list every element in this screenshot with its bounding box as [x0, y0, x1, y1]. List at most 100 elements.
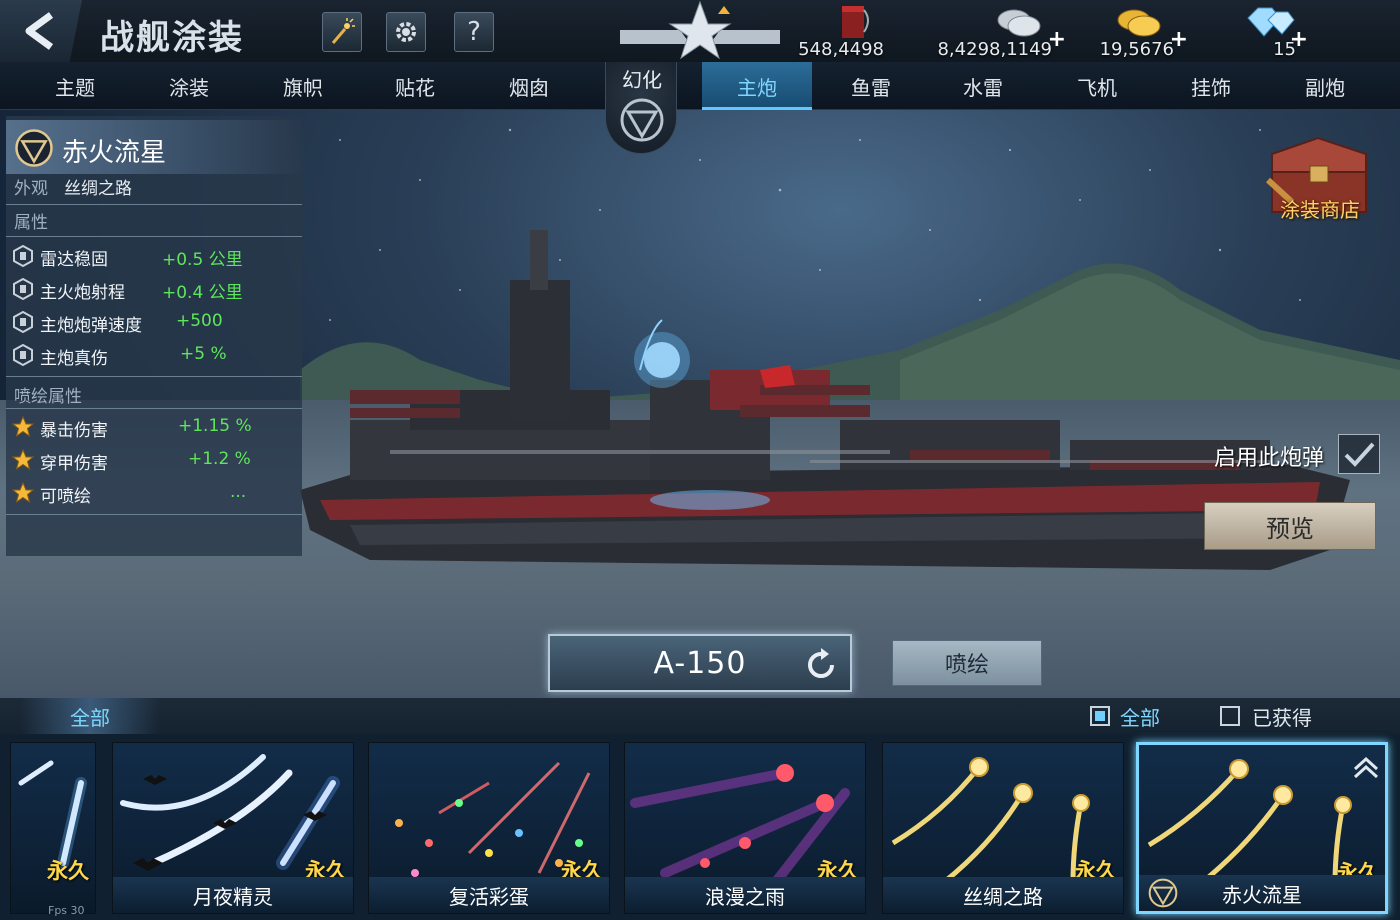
diamond-currency[interactable]: 15 + — [1240, 0, 1308, 62]
paint-bucket-icon — [842, 6, 869, 38]
question-icon: ? — [467, 17, 481, 47]
paint-attribute-row: 穿甲伤害 +1.2 % — [6, 444, 302, 476]
tab-theme[interactable]: 主题 — [20, 62, 130, 110]
tab-paint[interactable]: 涂装 — [134, 62, 244, 110]
page-title: 战舰涂装 — [100, 18, 244, 58]
tab-funnel[interactable]: 烟囱 — [474, 62, 584, 110]
star-icon — [12, 416, 34, 438]
filter-obtained-label[interactable]: 已获得 — [1252, 702, 1312, 731]
spray-paint-button[interactable]: 喷绘 — [892, 640, 1042, 686]
checkmark-icon — [1344, 442, 1375, 467]
appearance-value: 丝绸之路 — [64, 179, 132, 199]
shell-skin-card[interactable]: 永久 复活彩蛋 — [368, 742, 610, 914]
star-icon — [12, 482, 34, 504]
add-diamond-icon[interactable]: + — [1290, 27, 1308, 52]
shell-skin-card[interactable]: 永久 月夜精灵 — [112, 742, 354, 914]
help-button[interactable]: ? — [454, 12, 494, 52]
tab-torpedo[interactable]: 鱼雷 — [816, 62, 926, 110]
star-icon — [12, 449, 34, 471]
add-gold-icon[interactable]: + — [1170, 27, 1188, 52]
gear-icon — [396, 22, 416, 42]
enable-shell-label: 启用此炮弹 — [1214, 446, 1325, 471]
transform-button[interactable]: 幻化 — [605, 62, 677, 154]
fireworks-icon — [331, 18, 355, 44]
attribute-value: +0.4 公里 — [162, 283, 243, 303]
paint-attribute-name: 穿甲伤害 — [40, 454, 108, 474]
tab-secondary-gun[interactable]: 副炮 — [1270, 62, 1380, 110]
hexagon-icon — [13, 278, 33, 300]
paint-attributes-label: 喷绘属性 — [14, 387, 82, 407]
tab-flag[interactable]: 旗帜 — [248, 62, 358, 110]
shell-skin-name: 丝绸之路 — [883, 877, 1123, 913]
fireworks-button[interactable] — [322, 12, 362, 52]
hexagon-icon — [13, 245, 33, 267]
battleship-model — [300, 230, 1350, 570]
shell-skin-name-text: 赤火流星 — [1222, 882, 1302, 907]
shell-skin-card[interactable]: 永久 浪漫之雨 — [624, 742, 866, 914]
attributes-label: 属性 — [14, 213, 48, 233]
filter-all-checkbox[interactable] — [1090, 706, 1110, 726]
silver-coins-icon — [997, 9, 1041, 37]
preview-button[interactable]: 预览 — [1204, 502, 1376, 550]
shell-skin-card[interactable]: 永久 — [10, 742, 96, 914]
skin-emblem-icon — [15, 129, 53, 167]
shell-name: A-150 — [653, 645, 747, 681]
attribute-value: +500 — [176, 311, 223, 331]
shell-skin-name: 月夜精灵 — [113, 877, 353, 913]
paint-amount: 548,4498 — [798, 39, 884, 60]
attribute-name: 雷达稳固 — [40, 250, 108, 270]
divider — [6, 514, 302, 515]
transform-label: 幻化 — [622, 68, 662, 92]
attribute-row: 主炮真伤 +5 % — [6, 339, 302, 371]
silver-amount: 8,4298,1149 — [937, 39, 1052, 60]
divider — [6, 204, 302, 205]
attribute-name: 主炮炮弹速度 — [40, 316, 142, 336]
fps-counter: Fps 30 — [48, 904, 85, 917]
refresh-icon[interactable] — [802, 646, 840, 684]
shell-skin-name: 赤火流星 — [1139, 875, 1385, 911]
silver-currency[interactable]: 8,4298,1149 + — [937, 0, 1066, 62]
back-button[interactable] — [0, 0, 82, 62]
permanent-tag: 永久 — [47, 859, 89, 883]
attribute-row: 主炮炮弹速度 +500 — [6, 306, 302, 338]
attribute-row: 雷达稳固 +0.5 公里 — [6, 240, 302, 272]
paint-shop-label[interactable]: 涂装商店 — [1280, 194, 1360, 223]
settings-button[interactable] — [386, 12, 426, 52]
appearance-label: 外观 — [14, 179, 48, 199]
skin-header: 赤火流星 — [6, 120, 306, 174]
enable-shell-checkbox[interactable] — [1338, 434, 1380, 474]
shell-selector: A-150 — [548, 634, 852, 692]
paint-attribute-row: 可喷绘 ... — [6, 477, 302, 509]
shell-skin-card[interactable]: 永久 丝绸之路 — [882, 742, 1124, 914]
tab-main-gun[interactable]: 主炮 — [702, 62, 812, 110]
gold-amount: 19,5676 — [1099, 39, 1174, 60]
hexagon-icon — [13, 344, 33, 366]
attribute-name: 主火炮射程 — [40, 283, 125, 303]
divider — [6, 408, 302, 409]
add-silver-icon[interactable]: + — [1048, 27, 1066, 52]
shell-skin-name: 浪漫之雨 — [625, 877, 865, 913]
gold-currency[interactable]: 19,5676 + — [1099, 0, 1188, 62]
rank-emblem-icon — [620, 0, 780, 60]
tab-ornament[interactable]: 挂饰 — [1156, 62, 1266, 110]
attribute-name: 主炮真伤 — [40, 349, 108, 369]
shell-skin-card-selected[interactable]: 永久 赤火流星 — [1136, 742, 1388, 914]
top-bar: 战舰涂装 ? 548,4498 8,4298,1149 + 19,5676 + … — [0, 0, 1400, 62]
tab-mine[interactable]: 水雷 — [928, 62, 1038, 110]
tab-decal[interactable]: 贴花 — [360, 62, 470, 110]
transform-triangle-icon — [620, 98, 664, 142]
tab-aircraft[interactable]: 飞机 — [1042, 62, 1152, 110]
paint-attribute-name: 可喷绘 — [40, 487, 91, 507]
filter-all-label[interactable]: 全部 — [1120, 702, 1160, 731]
shell-skin-name: 复活彩蛋 — [369, 877, 609, 913]
paint-currency: 548,4498 — [798, 0, 884, 62]
paint-attribute-value: +1.15 % — [178, 416, 252, 436]
filter-obtained-checkbox[interactable] — [1220, 706, 1240, 726]
divider — [6, 376, 302, 377]
filter-tab-all[interactable]: 全部 — [20, 698, 160, 734]
skin-info-panel: 赤火流星 外观 丝绸之路 属性 雷达稳固 +0.5 公里 主火炮射程 +0.4 … — [6, 116, 306, 556]
shell-skin-list: 永久 永久 月夜精灵 永久 复活彩蛋 永久 浪漫之雨 永久 丝绸之路 永久 赤火… — [0, 734, 1400, 920]
collapse-chevron-icon[interactable] — [1351, 753, 1381, 783]
category-tab-bar: 主题 涂装 旗帜 贴花 烟囱 主炮 鱼雷 水雷 飞机 挂饰 副炮 — [0, 62, 1400, 110]
hexagon-icon — [13, 311, 33, 333]
